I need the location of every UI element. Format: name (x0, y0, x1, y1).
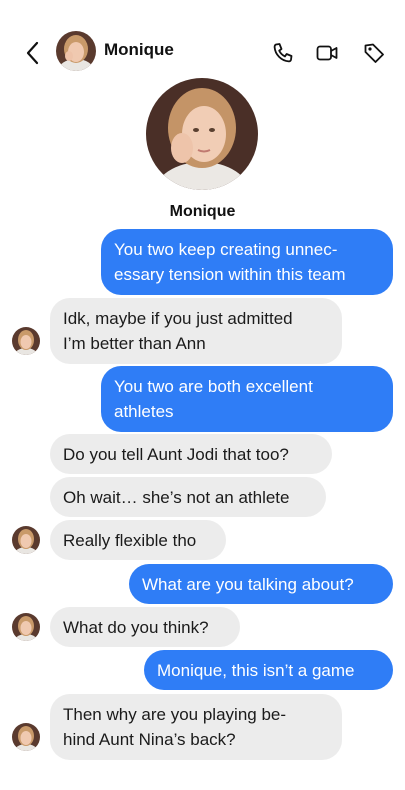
message-bubble-outgoing[interactable]: What are you talking about? (129, 564, 393, 604)
message-text: essary tension within this team (114, 265, 346, 284)
message-bubble-incoming[interactable]: Then why are you playing be- hind Aunt N… (50, 694, 342, 760)
message-text: Then why are you playing be- (63, 705, 287, 724)
message-text: I’m better than Ann (63, 334, 206, 353)
message-bubble-outgoing[interactable]: Monique, this isn’t a game (144, 650, 393, 690)
message-text: hind Aunt Nina’s back? (63, 730, 236, 749)
phone-icon[interactable] (271, 41, 295, 65)
contact-avatar[interactable] (12, 613, 40, 641)
message-bubble-incoming[interactable]: Idk, maybe if you just admitted I’m bett… (50, 298, 342, 364)
contact-avatar[interactable] (12, 327, 40, 355)
message-text: athletes (114, 402, 174, 421)
contact-avatar[interactable] (12, 723, 40, 751)
message-text: Do you tell Aunt Jodi that too? (63, 444, 289, 464)
header-avatar[interactable] (56, 31, 96, 71)
message-text: You two are both excellent (114, 377, 313, 396)
message-text: What do you think? (63, 617, 209, 637)
message-bubble-outgoing[interactable]: You two keep creating unnec- essary tens… (101, 229, 393, 295)
contact-avatar[interactable] (12, 526, 40, 554)
message-bubble-incoming[interactable]: Really flexible tho (50, 520, 226, 560)
tag-icon[interactable] (362, 41, 386, 65)
message-bubble-outgoing[interactable]: You two are both excellent athletes (101, 366, 393, 432)
message-bubble-incoming[interactable]: What do you think? (50, 607, 240, 647)
message-text: Idk, maybe if you just admitted (63, 309, 293, 328)
chevron-left-icon[interactable] (22, 40, 44, 66)
message-text: What are you talking about? (142, 574, 354, 594)
contact-name: Monique (104, 40, 174, 59)
message-text: You two keep creating unnec- (114, 240, 338, 259)
message-text: Really flexible tho (63, 530, 197, 550)
video-camera-icon[interactable] (315, 41, 339, 65)
message-text: Monique, this isn’t a game (157, 660, 355, 680)
profile-avatar[interactable] (146, 78, 258, 190)
profile-name: Monique (169, 203, 236, 220)
message-text: Oh wait… she’s not an athlete (63, 487, 290, 507)
message-bubble-incoming[interactable]: Do you tell Aunt Jodi that too? (50, 434, 332, 474)
message-bubble-incoming[interactable]: Oh wait… she’s not an athlete (50, 477, 326, 517)
